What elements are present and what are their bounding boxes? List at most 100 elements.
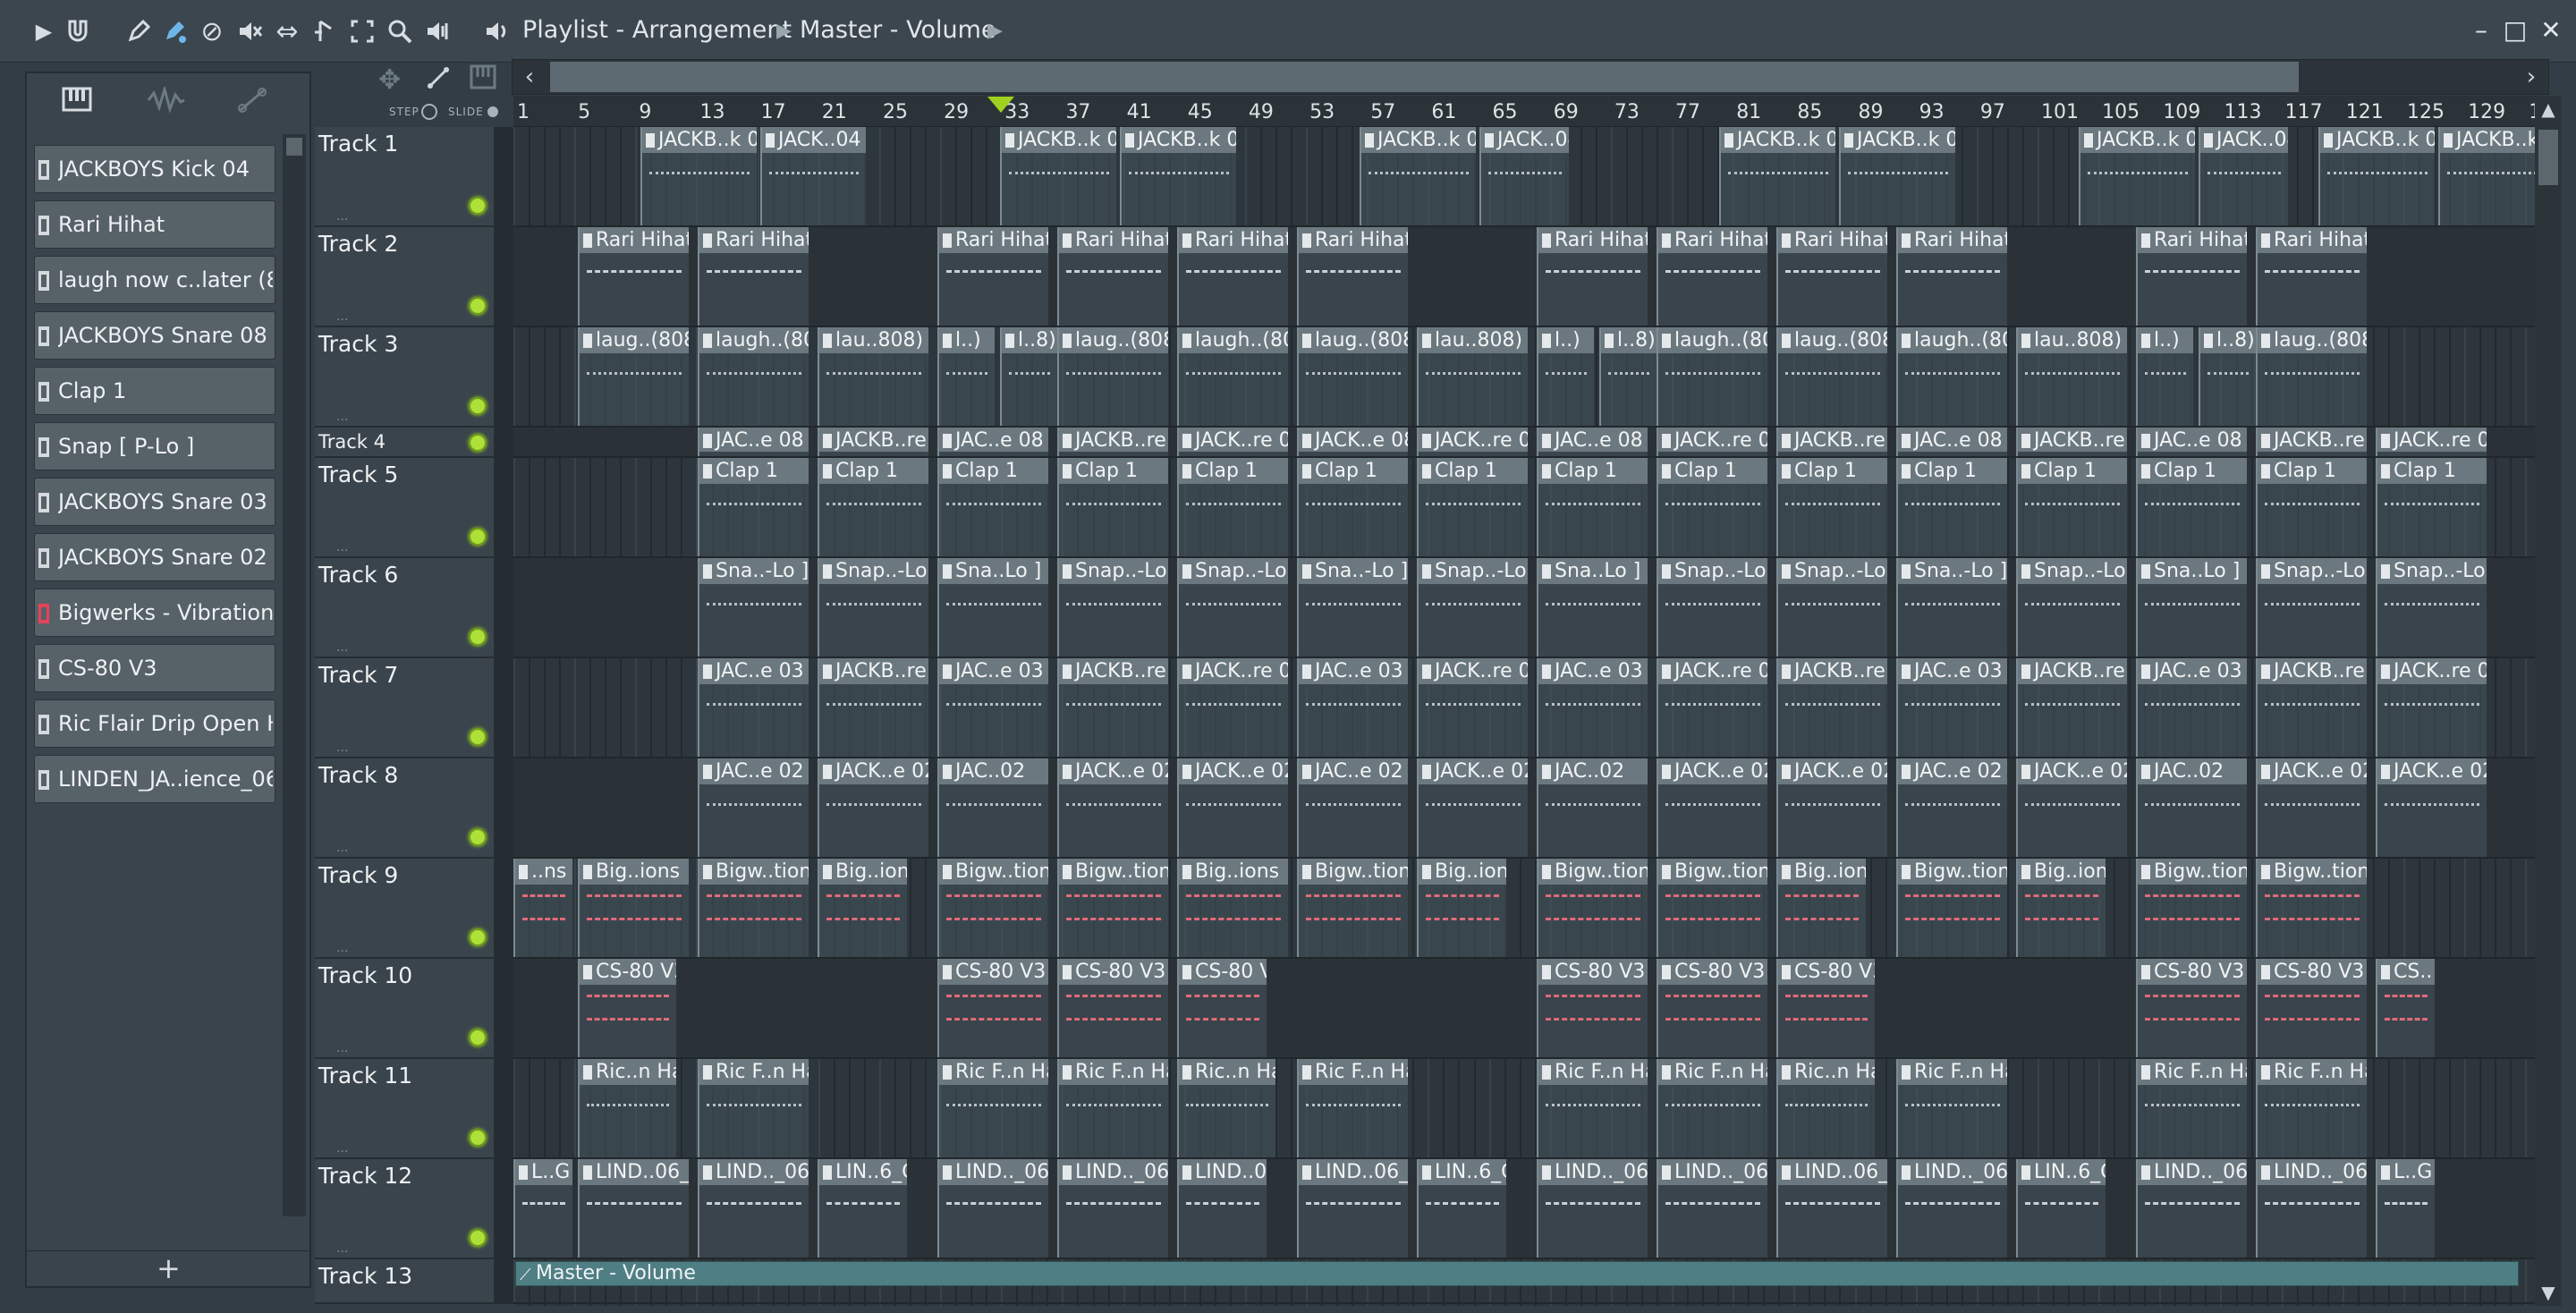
pattern-clip[interactable]: Clap 1 [1776,458,1887,556]
pattern-clip[interactable]: JACK..re 08 [2376,428,2487,456]
track-lane[interactable]: Clap 1 Clap 1 Clap 1 Clap 1 Clap 1 Clap 1 Clap… [513,458,2537,558]
pattern-clip[interactable]: JACK..re 08 [1177,428,1288,456]
pattern-clip[interactable]: LIND..06_G [1776,1159,1887,1258]
channel-item[interactable]: JACKBOYS Snare 03 [34,478,275,526]
pattern-clip[interactable]: Ric F..n Hat [937,1059,1048,1157]
curve-icon[interactable] [425,64,452,98]
pattern-clip[interactable]: Rari Hihat [578,227,689,326]
track-options-icon[interactable]: ... [336,540,348,555]
scroll-left-icon[interactable]: ‹ [513,60,547,94]
track-lane[interactable]: JACKB..k 04 JACK..04 JACKB..k 04 JACKB..k 0… [513,127,2537,227]
pattern-clip[interactable]: Snap..-Lo ] [1776,558,1887,656]
pattern-clip[interactable]: JACK..e 02 [1057,758,1168,857]
pattern-clip[interactable]: Big..ions [1417,859,1506,957]
pattern-clip[interactable]: JAC..02 [2136,758,2247,857]
pattern-clip[interactable]: JACK..e 02 [2376,758,2487,857]
pattern-clip[interactable]: JACKB..k 04 [640,127,757,225]
pattern-clip[interactable]: Ric F..n Hat [1297,1059,1408,1157]
pattern-clip[interactable]: lau..808) [1417,327,1528,426]
pattern-clip[interactable]: Rari Hihat [2256,227,2367,326]
pattern-clip[interactable]: Big..ions [818,859,907,957]
pattern-clip[interactable]: Sna..-Lo ] [698,558,809,656]
pattern-clip[interactable]: JACK..re 03 [1417,658,1528,757]
pattern-clip[interactable]: Ric F..n Hat [2136,1059,2247,1157]
breadcrumb-target[interactable]: Master - Volume [800,16,996,44]
pattern-clip[interactable]: JACK..e 02 [1177,758,1288,857]
track-enable-led[interactable] [469,1029,487,1046]
playhead-marker-icon[interactable] [987,97,1014,113]
track-resize-handle[interactable] [494,458,513,558]
pattern-clip[interactable]: CS-80 V3 [1776,959,1875,1057]
channel-item[interactable]: LINDEN_JA..ience_06_G [34,755,275,803]
pattern-clip[interactable]: JACK..e 02 [1417,758,1528,857]
pattern-clip[interactable]: JAC..e 08 [1896,428,2007,456]
track-enable-led[interactable] [469,1129,487,1147]
track-header[interactable]: Track 7... [315,658,494,758]
pattern-clip[interactable]: JACK..e 02 [1657,758,1767,857]
pattern-clip[interactable]: JACKB..k 04 [1719,127,1835,225]
pattern-clip[interactable]: CS.. [2376,959,2435,1057]
pattern-clip[interactable]: Rari Hihat [1776,227,1887,326]
pattern-clip[interactable]: laug..(808) [2256,327,2367,426]
pattern-clip[interactable]: JAC..e 03 [1537,658,1648,757]
pattern-clip[interactable]: LIN..6_G [1417,1159,1506,1258]
track-enable-led[interactable] [469,528,487,546]
vertical-scroll-thumb[interactable] [2538,130,2558,185]
pattern-clip[interactable]: Sna..-Lo ] [1896,558,2007,656]
pattern-clip[interactable]: JACK..04 [1479,127,1569,225]
track-enable-led[interactable] [469,628,487,646]
pattern-clip[interactable]: laugh..(808) [698,327,809,426]
track-resize-handle[interactable] [494,1059,513,1159]
track-resize-handle[interactable] [494,558,513,658]
pattern-clip[interactable]: JACKB..re 08 [2256,428,2367,456]
pattern-clip[interactable]: JAC..e 08 [1537,428,1648,456]
pattern-clip[interactable]: JACKB..re 08 [2016,428,2127,456]
pattern-clip[interactable]: Snap..-Lo ] [2256,558,2367,656]
track-options-icon[interactable]: ... [336,841,348,855]
pattern-clip[interactable]: JACKB..re 08 [1057,428,1168,456]
pattern-clip[interactable]: Rari Hihat [1177,227,1288,326]
pattern-clip[interactable]: Snap..-Lo ] [1177,558,1288,656]
track-lane[interactable]: Sna..-Lo ] Snap..-Lo ] Sna..Lo ] Snap..-Lo … [513,558,2537,658]
pattern-clip[interactable]: Bigw..tions [1297,859,1408,957]
play-arrow-icon[interactable]: ▶ [27,14,61,48]
channel-item[interactable]: Ric Flair Drip Open Hat [34,699,275,748]
pattern-clip[interactable]: Ric F..n Hat [1537,1059,1648,1157]
pattern-clip[interactable]: LIND.._06_G [1657,1159,1767,1258]
pattern-clip[interactable]: JACK..e 02 [2256,758,2367,857]
track-header[interactable]: Track 9... [315,859,494,959]
timeline-ruler[interactable]: 1 5 9 13 17 21 25 29 33 37 41 45 49 53 57 61 65 69 73 77 81 8… [513,96,2554,127]
slide-toggle[interactable] [487,106,498,117]
pattern-clip[interactable]: Rari Hihat [1537,227,1648,326]
pattern-clip[interactable]: Rari Hihat [2136,227,2247,326]
pattern-clip[interactable]: LIND..06_G [1177,1159,1267,1258]
pattern-clip[interactable]: LIND.._06_G [1896,1159,2007,1258]
pattern-clip[interactable]: LIND.._06_G [1057,1159,1168,1258]
pattern-clip[interactable]: Bigw..tions [2136,859,2247,957]
track-header[interactable]: Track 1... [315,127,494,227]
track-options-icon[interactable]: ... [336,1241,348,1256]
pattern-clip[interactable]: CS-80 V3 [2136,959,2247,1057]
track-lane[interactable]: Ric..n Hat Ric F..n Hat Ric F..n Hat Ric F.… [513,1059,2537,1159]
channel-item[interactable]: JACKBOYS Snare 02 [34,533,275,581]
track-enable-led[interactable] [469,828,487,846]
pattern-clip[interactable]: Snap..-Lo ] [818,558,928,656]
piano-icon[interactable] [50,86,104,122]
channel-item[interactable]: Snap [ P-Lo ] [34,422,275,470]
pattern-clip[interactable]: Snap..-Lo ] [1417,558,1528,656]
pattern-clip[interactable]: Bigw..tions [1657,859,1767,957]
pattern-clip[interactable]: JACK..e 02 [818,758,928,857]
track-lane[interactable]: L..G LIND..06_G LIND.._06_G LIN..6_G LIND.._… [513,1159,2537,1259]
pattern-clip[interactable]: laugh..(808) [1896,327,2007,426]
pattern-clip[interactable]: Rari Hihat [698,227,809,326]
pattern-clip[interactable]: Bigw..tions [2256,859,2367,957]
pattern-clip[interactable]: JACK..re 08 [1417,428,1528,456]
pattern-clip[interactable]: JAC..e 03 [1896,658,2007,757]
pattern-clip[interactable]: JAC..e 03 [2136,658,2247,757]
track-lane[interactable]: Rari Hihat Rari Hihat Rari Hihat Rari Hihat… [513,227,2537,327]
pattern-clip[interactable]: ..ns [513,859,572,957]
pattern-clip[interactable]: Ric..n Hat [578,1059,676,1157]
pattern-clip[interactable]: laug..(808) [1776,327,1887,426]
track-options-icon[interactable]: ... [336,1041,348,1055]
pattern-clip[interactable]: l..8) [1000,327,1057,426]
